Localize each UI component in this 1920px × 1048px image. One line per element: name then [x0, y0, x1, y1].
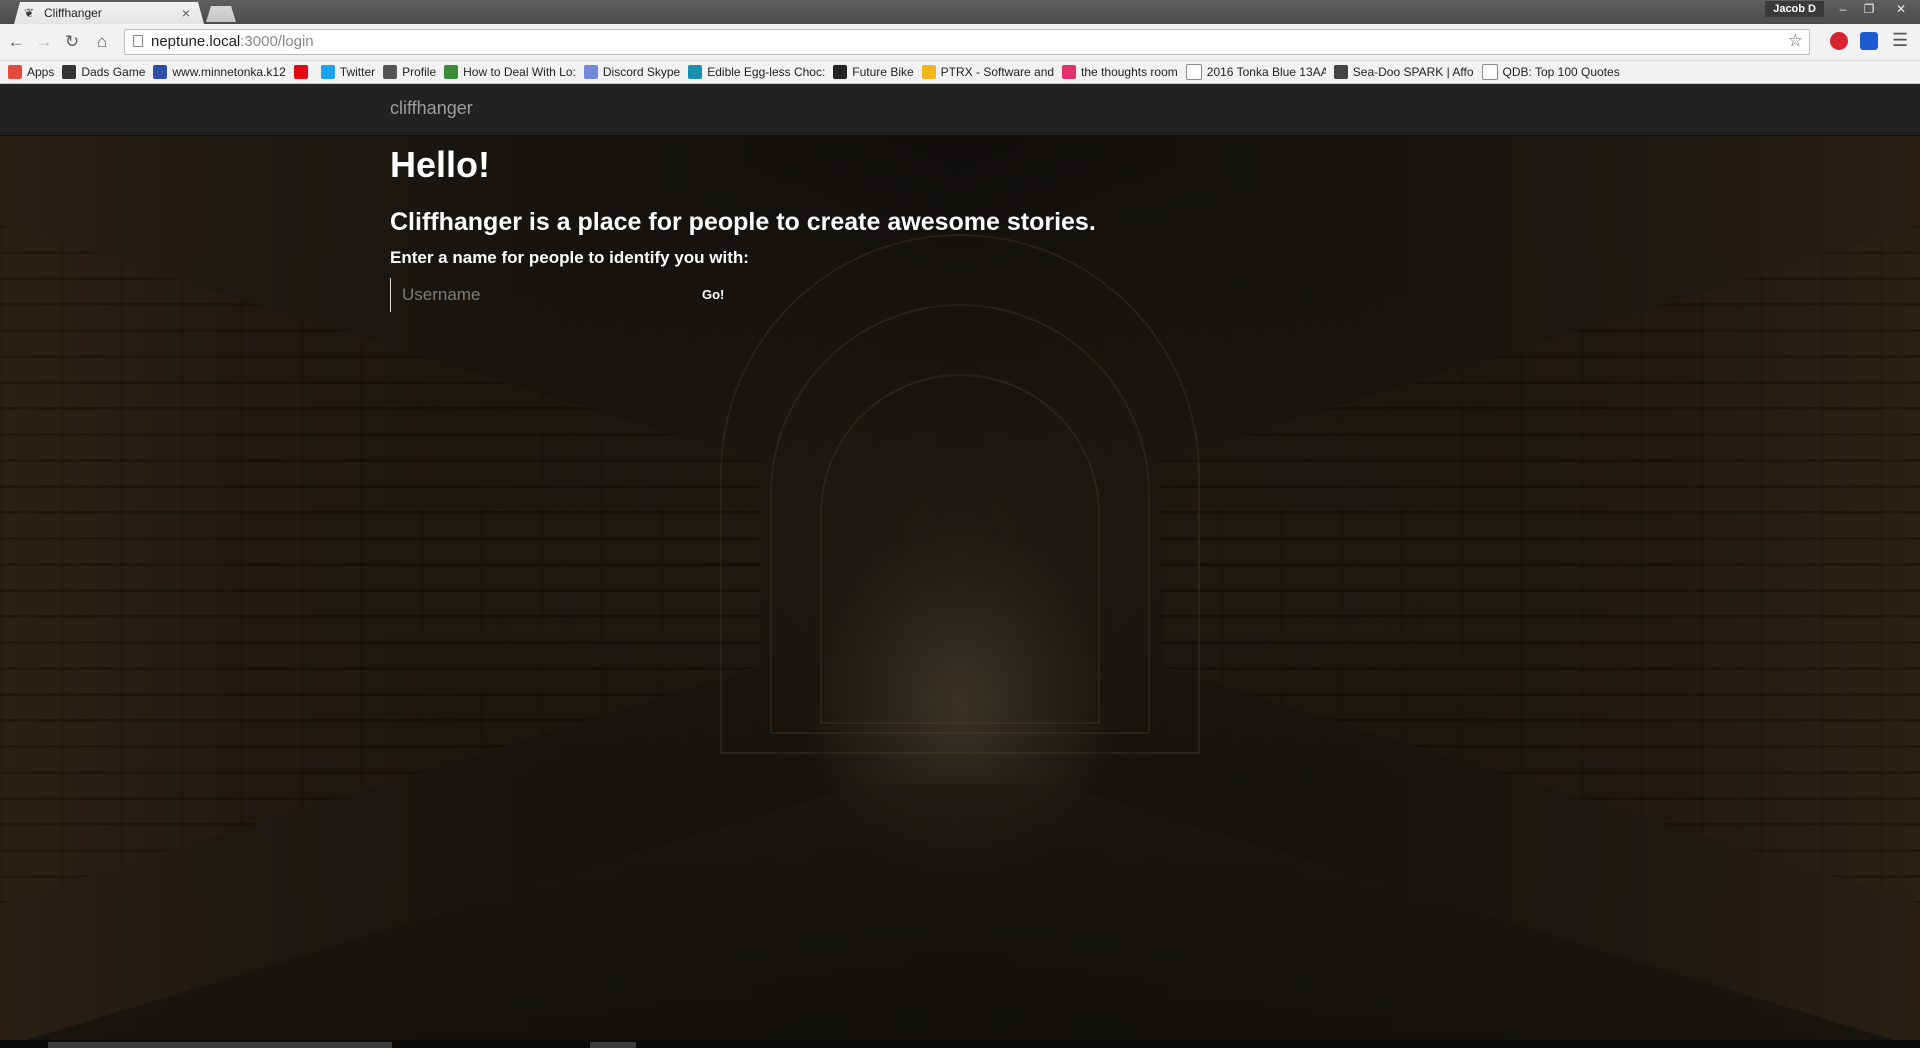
bottom-strip	[0, 1040, 1920, 1048]
bookmark-item[interactable]: QDB: Top 100 Quotes	[1481, 64, 1620, 80]
new-tab-button[interactable]	[206, 6, 236, 22]
bookmark-label: Discord Skype	[602, 65, 681, 79]
bookmark-icon	[833, 65, 848, 79]
bookmark-item[interactable]: Edible Egg-less Choc:	[688, 65, 825, 79]
discord-icon	[583, 65, 598, 79]
reading-extension-icon[interactable]	[1860, 32, 1878, 50]
opera-extension-icon[interactable]	[1830, 32, 1848, 50]
bookmark-item[interactable]: How to Deal With Lo:	[444, 65, 576, 79]
bookmark-item[interactable]: Twitter	[320, 65, 376, 79]
window-close-icon[interactable]: ✕	[1888, 0, 1914, 18]
menu-icon[interactable]: ☰	[1892, 30, 1908, 51]
bookmark-label: Profile	[402, 65, 437, 79]
bookmark-item[interactable]: Future Bike	[833, 65, 914, 79]
page-icon	[1185, 64, 1202, 80]
bookmark-item[interactable]: Discord Skype	[583, 65, 681, 79]
bookmarks-bar: Apps Dads Game www.minnetonka.k12 Twitter Pr…	[0, 61, 1920, 84]
bookmark-label: www.minnetonka.k12	[172, 65, 286, 79]
tab-close-icon[interactable]: ×	[178, 5, 194, 21]
feather-icon: ❦	[24, 6, 35, 20]
forward-arrow-icon[interactable]: →	[34, 32, 54, 52]
username-prompt: Enter a name for people to identify you …	[390, 248, 749, 267]
bookmark-label: Sea-Doo SPARK | Affo	[1352, 65, 1474, 79]
url-host: neptune.local	[151, 33, 241, 50]
bookmark-item[interactable]: Dads Game	[62, 65, 145, 79]
maximize-icon[interactable]: ❐	[1856, 0, 1882, 18]
tab-title: Cliffhanger	[44, 6, 102, 20]
background-arch	[820, 374, 1100, 724]
bookmark-label: Dads Game	[81, 65, 146, 79]
background-bookshelves-right	[1160, 224, 1920, 904]
browser-tab[interactable]: ❦ Cliffhanger ×	[14, 2, 204, 24]
site-navbar: cliffhanger	[0, 84, 1920, 136]
bookmark-item[interactable]: PTRX - Software and	[921, 65, 1055, 79]
browser-titlebar: ❦ Cliffhanger × Jacob D – ❐ ✕	[0, 0, 1920, 24]
site-brand-link[interactable]: cliffhanger	[390, 98, 473, 119]
page-heading: Hello!	[390, 144, 491, 185]
bookmark-item[interactable]: Sea-Doo SPARK | Affo	[1333, 65, 1474, 79]
reload-icon[interactable]: ↻	[62, 32, 82, 52]
browser-toolbar: ← → ↻ ⌂ neptune.local:3000/login ☆ ☰	[0, 24, 1920, 61]
bookmark-item[interactable]: www.minnetonka.k12	[153, 65, 286, 79]
background-floor	[0, 784, 1920, 1048]
bookmark-label: How to Deal With Lo:	[463, 65, 576, 79]
bookmark-label: PTRX - Software and	[940, 65, 1055, 79]
url-text[interactable]: neptune.local:3000/login	[151, 32, 314, 52]
bookmark-item[interactable]	[293, 65, 313, 79]
background-bookshelves-left	[0, 224, 760, 904]
go-button[interactable]: Go!	[690, 280, 736, 308]
bookmark-item[interactable]: Profile	[383, 65, 436, 79]
bookmark-item[interactable]: the thoughts room	[1062, 65, 1178, 79]
bookmark-label: the thoughts room	[1081, 65, 1178, 79]
bookmark-icon	[688, 65, 703, 79]
bookmark-label: 2016 Tonka Blue 13AA	[1206, 65, 1326, 79]
bookmark-label: Twitter	[339, 65, 376, 79]
tagline: Cliffhanger is a place for people to cre…	[390, 208, 1096, 236]
address-bar[interactable]: neptune.local:3000/login ☆	[124, 29, 1810, 55]
scrollbar-segment	[48, 1042, 392, 1048]
bookmark-icon	[444, 65, 459, 79]
minimize-icon[interactable]: –	[1830, 0, 1856, 18]
bookmark-icon	[1062, 65, 1077, 79]
bookmark-label: QDB: Top 100 Quotes	[1502, 65, 1620, 79]
page-icon	[133, 35, 143, 47]
bookmark-star-icon[interactable]: ☆	[1788, 31, 1803, 51]
bookmark-label: Apps	[27, 65, 55, 79]
scrollbar-segment	[590, 1042, 636, 1048]
page-viewport: cliffhanger Hello! Cliffhanger is a plac…	[0, 84, 1920, 1048]
bookmark-label: Future Bike	[852, 65, 914, 79]
bookmark-icon	[921, 65, 936, 79]
username-input[interactable]	[390, 278, 690, 312]
bookmark-icon	[62, 65, 77, 79]
home-icon[interactable]: ⌂	[92, 32, 112, 52]
page-icon	[1481, 64, 1498, 80]
bookmark-icon	[383, 65, 398, 79]
bookmark-item[interactable]: 2016 Tonka Blue 13AA	[1185, 64, 1326, 80]
twitter-icon	[320, 65, 335, 79]
bookmark-icon	[153, 65, 168, 79]
bookmark-item[interactable]: Apps	[8, 65, 54, 79]
profile-user-name[interactable]: Jacob D	[1765, 1, 1824, 17]
url-path: :3000/login	[240, 33, 314, 50]
bookmark-icon	[1333, 65, 1348, 79]
bookmark-label: Edible Egg-less Choc:	[707, 65, 826, 79]
back-arrow-icon[interactable]: ←	[6, 32, 26, 52]
apps-grid-icon	[8, 65, 22, 79]
netflix-icon	[293, 65, 308, 79]
